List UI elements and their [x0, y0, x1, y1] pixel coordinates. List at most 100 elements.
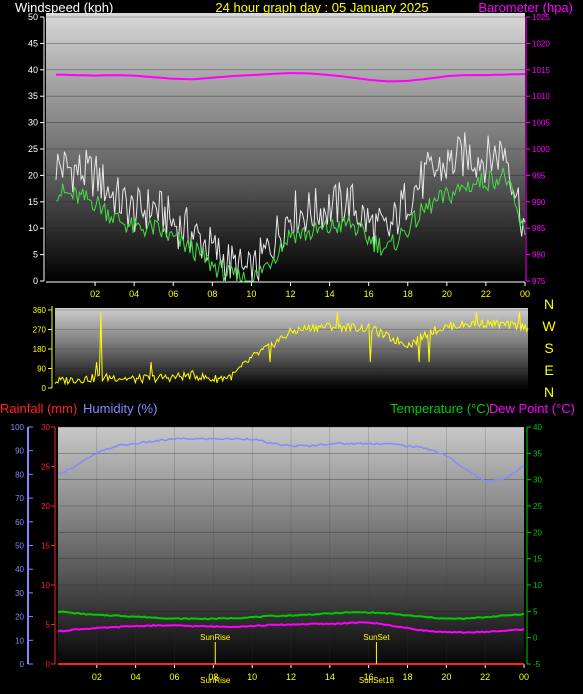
wind-left-tick-label: 0 [33, 276, 38, 286]
humidity-tick-label: 80 [15, 470, 24, 479]
temp-panel: 0 10 20 30 40 50 60 70 80 90 100 0 5 10 15 20 25 30 -5 0 5… [11, 423, 543, 685]
rainfall-tick-label: 30 [41, 423, 50, 432]
direction-tick-label: 270 [33, 326, 47, 335]
baro-tick-label: 980 [532, 251, 546, 260]
direction-panel: 090180270360 NWSEN [33, 296, 557, 400]
humidity-tick-label: 20 [15, 613, 24, 622]
humidity-tick-label: 60 [15, 518, 24, 527]
wind-x-tick-label: 22 [481, 289, 491, 299]
rainfall-tick-label: 5 [46, 621, 51, 630]
compass-label: N [544, 296, 554, 312]
wind-left-tick-label: 15 [28, 197, 38, 207]
wind-x-tick-label: 06 [168, 289, 178, 299]
temp-x-tick-label: 06 [169, 672, 179, 682]
direction-tick-label: 180 [33, 345, 47, 354]
temperature-tick-label: 30 [533, 476, 542, 485]
temperature-tick-label: 0 [533, 634, 538, 643]
weather-graph-canvas: 05101520253035404550 9759809859909951000… [0, 0, 575, 685]
humidity-tick-label: 0 [20, 660, 25, 669]
temp-x-tick-label: 18 [402, 672, 412, 682]
temperature-tick-label: -5 [533, 660, 541, 669]
baro-tick-label: 985 [532, 224, 546, 233]
wind-left-axis: 05101520253035404550 [28, 12, 45, 286]
wind-left-tick-label: 30 [28, 118, 38, 128]
baro-tick-label: 1015 [532, 66, 550, 75]
wind-plot-area [46, 13, 525, 281]
wind-left-tick-label: 10 [28, 223, 38, 233]
windspeed-label: Windspeed (kph) [15, 0, 113, 15]
humidity-tick-label: 100 [11, 423, 25, 432]
rainfall-tick-label: 10 [41, 581, 50, 590]
rainfall-tick-label: 15 [41, 542, 50, 551]
temperature-tick-label: 10 [533, 581, 542, 590]
rainfall-tick-label: 25 [41, 463, 50, 472]
sunset-label: SunSet [363, 633, 390, 642]
dewpoint-label: Dew Point (°C) [489, 401, 575, 416]
wind-x-tick-label: 00 [520, 289, 530, 299]
rainfall-axis: 0 5 10 15 20 25 30 [41, 423, 56, 669]
temp-x-tick-label: 00 [519, 672, 529, 682]
baro-tick-label: 1000 [532, 145, 550, 154]
barometer-label: Barometer (hpa) [478, 0, 573, 15]
wind-left-tick-label: 45 [28, 38, 38, 48]
wind-left-tick-label: 25 [28, 144, 38, 154]
temperature-tick-label: 5 [533, 607, 538, 616]
compass-label: E [544, 362, 553, 378]
compass-label: W [542, 318, 556, 334]
wind-panel: 05101520253035404550 9759809859909951000… [15, 0, 573, 299]
wind-x-tick-label: 18 [403, 289, 413, 299]
baro-tick-label: 995 [532, 171, 546, 180]
temp-x-tick-label: 10 [247, 672, 257, 682]
temperature-axis: -5 0 5 10 15 20 25 30 35 40 [526, 423, 542, 669]
wind-x-tick-label: 10 [246, 289, 256, 299]
wind-x-tick-label: 14 [325, 289, 335, 299]
direction-tick-label: 360 [33, 306, 47, 315]
humidity-tick-label: 70 [15, 494, 24, 503]
temperature-tick-label: 40 [533, 423, 542, 432]
direction-compass-axis: NWSEN [542, 296, 556, 400]
compass-label: N [544, 384, 554, 400]
direction-tick-label: 90 [37, 365, 46, 374]
temperature-tick-label: 20 [533, 528, 542, 537]
rainfall-tick-label: 0 [46, 660, 51, 669]
temperature-label: Temperature (°C) [390, 401, 490, 416]
temp-x-tick-label: 12 [286, 672, 296, 682]
bottom-legend: Rainfall (mm) Humidity (%) Temperature (… [0, 401, 575, 416]
sunrise-label: SunRise [200, 633, 231, 642]
baro-tick-label: 1010 [532, 92, 550, 101]
baro-tick-label: 990 [532, 198, 546, 207]
temp-x-tick-label: 02 [92, 672, 102, 682]
direction-left-axis: 0 90 180 270 360 [33, 306, 53, 393]
temp-x-axis: 02 04 06 08 10 12 14 16 18 20 22 00 [58, 663, 529, 682]
temp-x-tick-label: 22 [480, 672, 490, 682]
baro-right-axis: 975980985990995100010051010101510201025 [525, 13, 550, 286]
temp-x-tick-label: 20 [441, 672, 451, 682]
humidity-tick-label: 10 [15, 636, 24, 645]
compass-label: S [544, 340, 553, 356]
temperature-tick-label: 15 [533, 555, 542, 564]
chart-title: 24 hour graph day : 05 January 2025 [215, 0, 428, 15]
humidity-tick-label: 50 [15, 542, 24, 551]
humidity-tick-label: 40 [15, 565, 24, 574]
wind-x-tick-label: 12 [285, 289, 295, 299]
wind-left-tick-label: 5 [33, 250, 38, 260]
rainfall-label: Rainfall (mm) [0, 401, 77, 416]
wind-x-tick-label: 08 [207, 289, 217, 299]
wind-x-tick-label: 04 [129, 289, 139, 299]
wind-left-tick-label: 40 [28, 65, 38, 75]
direction-plot-area [55, 308, 528, 388]
humidity-tick-label: 30 [15, 589, 24, 598]
humidity-tick-label: 90 [15, 447, 24, 456]
temperature-tick-label: 25 [533, 502, 542, 511]
wind-x-tick-label: 02 [90, 289, 100, 299]
wind-x-axis: 02 04 06 08 10 12 14 16 18 20 22 00 [46, 281, 530, 299]
wind-left-tick-label: 35 [28, 91, 38, 101]
sunset-bottom-label: SunSet18 [359, 676, 395, 685]
rainfall-tick-label: 20 [41, 502, 50, 511]
wind-x-tick-label: 16 [364, 289, 374, 299]
temp-x-tick-label: 14 [325, 672, 335, 682]
baro-tick-label: 1005 [532, 119, 550, 128]
humidity-axis: 0 10 20 30 40 50 60 70 80 90 100 [11, 423, 33, 669]
baro-tick-label: 1020 [532, 39, 550, 48]
sunrise-bottom-label: SunRise [200, 676, 231, 685]
